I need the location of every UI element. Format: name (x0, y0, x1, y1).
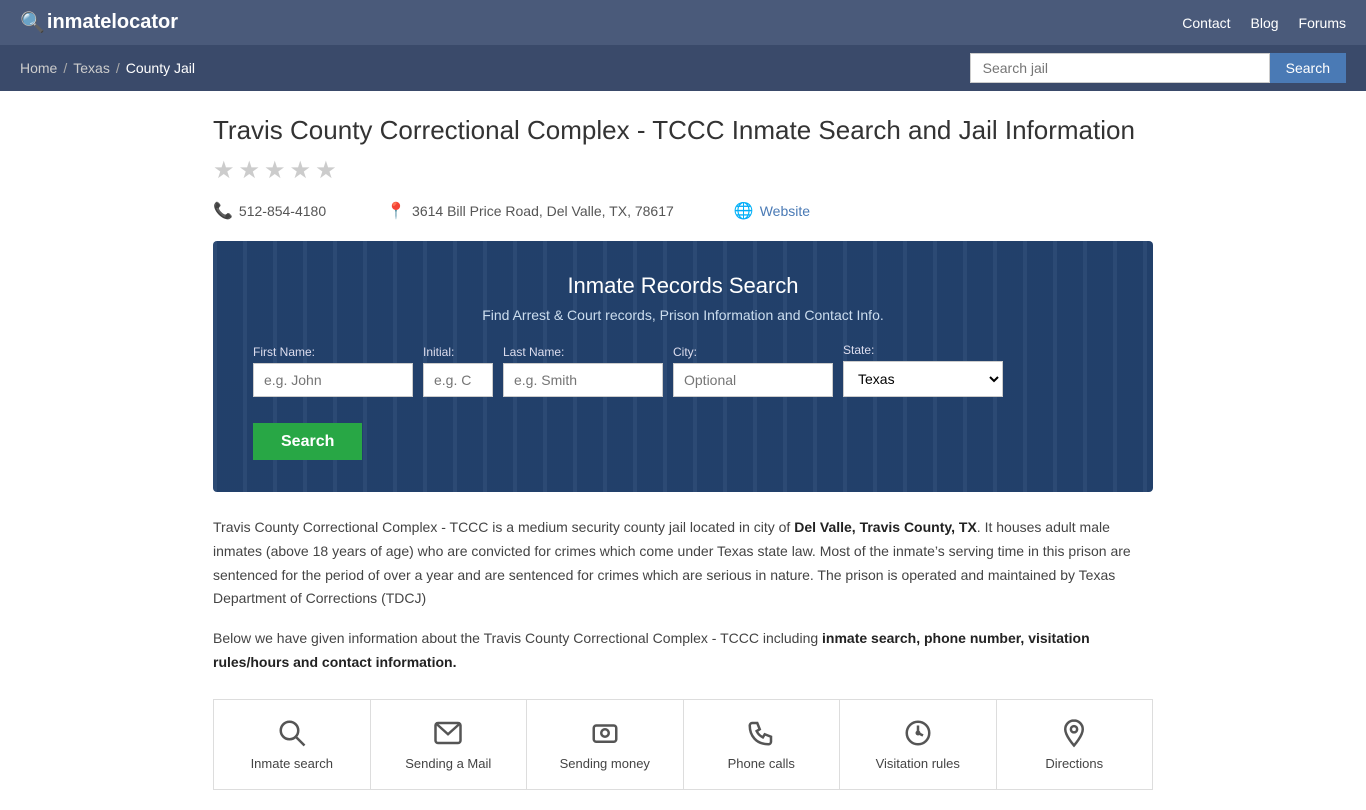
description-para1: Travis County Correctional Complex - TCC… (213, 516, 1153, 611)
last-name-input[interactable] (503, 363, 663, 397)
city-label: City: (673, 345, 833, 359)
desc-p2-start: Below we have given information about th… (213, 630, 822, 646)
sub-nav: Home / Texas / County Jail Search (0, 45, 1366, 91)
star-4: ★ (290, 156, 312, 185)
star-5: ★ (315, 156, 337, 185)
clock-icon (903, 718, 933, 748)
breadcrumb-home[interactable]: Home (20, 60, 57, 76)
address-info: 📍 3614 Bill Price Road, Del Valle, TX, 7… (386, 201, 674, 221)
inmate-search-form: First Name: Initial: Last Name: City: St… (253, 343, 1113, 460)
sep2: / (116, 60, 120, 76)
bottom-icon-directions[interactable]: Directions (997, 700, 1153, 789)
bottom-icon-label-phone-calls: Phone calls (728, 756, 795, 771)
initial-group: Initial: (423, 345, 493, 397)
search-banner: Inmate Records Search Find Arrest & Cour… (213, 241, 1153, 492)
bottom-icon-label-visitation-rules: Visitation rules (876, 756, 960, 771)
blog-link[interactable]: Blog (1251, 15, 1279, 31)
state-select[interactable]: AlabamaAlaskaArizonaArkansasCaliforniaCo… (843, 361, 1003, 397)
first-name-label: First Name: (253, 345, 413, 359)
initial-label: Initial: (423, 345, 493, 359)
breadcrumb: Home / Texas / County Jail (20, 60, 195, 76)
inmate-search-button[interactable]: Search (253, 423, 362, 460)
top-nav: 🔍 inmatelocator Contact Blog Forums (0, 0, 1366, 45)
bottom-icon-label-directions: Directions (1045, 756, 1103, 771)
last-name-group: Last Name: (503, 345, 663, 397)
globe-icon: 🌐 (734, 201, 754, 221)
search-icon (277, 718, 307, 748)
top-nav-links: Contact Blog Forums (1182, 15, 1346, 31)
banner-title: Inmate Records Search (253, 273, 1113, 299)
breadcrumb-current: County Jail (126, 60, 195, 76)
bottom-icon-sending-mail[interactable]: Sending a Mail (371, 700, 528, 789)
pin-icon (1059, 718, 1089, 748)
breadcrumb-texas[interactable]: Texas (73, 60, 110, 76)
phone-number: 512-854-4180 (239, 203, 326, 219)
jail-search-button[interactable]: Search (1270, 53, 1346, 83)
description-para2: Below we have given information about th… (213, 627, 1153, 675)
forums-link[interactable]: Forums (1299, 15, 1346, 31)
desc-p1-bold: Del Valle, Travis County, TX (794, 519, 977, 535)
website-link[interactable]: Website (760, 203, 810, 219)
last-name-label: Last Name: (503, 345, 663, 359)
info-row: 📞 512-854-4180 📍 3614 Bill Price Road, D… (213, 201, 1153, 221)
star-rating[interactable]: ★ ★ ★ ★ ★ (213, 156, 1153, 185)
logo-icon: 🔍 (20, 10, 45, 35)
website-info: 🌐 Website (734, 201, 810, 221)
contact-link[interactable]: Contact (1182, 15, 1230, 31)
money-icon (590, 718, 620, 748)
desc-p1-start: Travis County Correctional Complex - TCC… (213, 519, 794, 535)
bottom-icon-inmate-search[interactable]: Inmate search (214, 700, 371, 789)
first-name-input[interactable] (253, 363, 413, 397)
logo-text: inmatelocator (47, 11, 178, 34)
location-icon: 📍 (386, 201, 406, 221)
banner-subtitle: Find Arrest & Court records, Prison Info… (253, 307, 1113, 323)
phone-icon (746, 718, 776, 748)
bottom-icon-phone-calls[interactable]: Phone calls (684, 700, 841, 789)
city-group: City: (673, 345, 833, 397)
city-input[interactable] (673, 363, 833, 397)
star-3: ★ (264, 156, 286, 185)
jail-search-bar: Search (970, 53, 1346, 83)
logo[interactable]: 🔍 inmatelocator (20, 10, 178, 35)
state-group: State: AlabamaAlaskaArizonaArkansasCalif… (843, 343, 1003, 397)
state-label: State: (843, 343, 1003, 357)
phone-info: 📞 512-854-4180 (213, 201, 326, 221)
mail-icon (433, 718, 463, 748)
address-text: 3614 Bill Price Road, Del Valle, TX, 786… (412, 203, 674, 219)
phone-icon: 📞 (213, 201, 233, 221)
bottom-icon-sending-money[interactable]: Sending money (527, 700, 684, 789)
star-1: ★ (213, 156, 235, 185)
main-content: Travis County Correctional Complex - TCC… (193, 91, 1173, 810)
bottom-icons: Inmate search Sending a Mail Sending mon… (213, 699, 1153, 790)
bottom-icon-label-inmate-search: Inmate search (251, 756, 333, 771)
star-2: ★ (239, 156, 261, 185)
jail-search-input[interactable] (970, 53, 1270, 83)
first-name-group: First Name: (253, 345, 413, 397)
bottom-icon-label-sending-money: Sending money (560, 756, 650, 771)
initial-input[interactable] (423, 363, 493, 397)
sep1: / (63, 60, 67, 76)
bottom-icon-visitation-rules[interactable]: Visitation rules (840, 700, 997, 789)
page-title: Travis County Correctional Complex - TCC… (213, 115, 1153, 146)
bottom-icon-label-sending-mail: Sending a Mail (405, 756, 491, 771)
